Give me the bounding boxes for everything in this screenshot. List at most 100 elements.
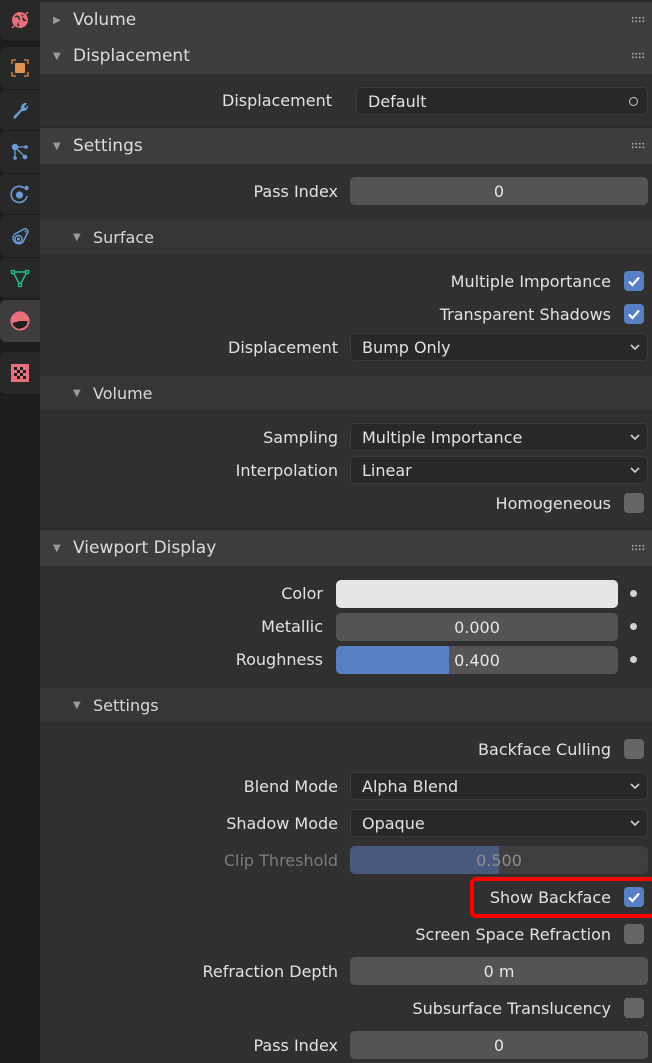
panel-title: Displacement xyxy=(73,46,190,66)
transparent-shadows-label: Transparent Shadows xyxy=(439,305,611,324)
world-icon xyxy=(11,11,29,29)
roughness-slider[interactable]: 0.400 xyxy=(336,646,618,674)
field-value: 0.400 xyxy=(454,650,500,670)
collapse-arrow-icon: ▼ xyxy=(73,387,81,399)
material-properties-editor: ▶ Volume ▼ Displacement Displacement Def… xyxy=(40,0,652,1063)
material-icon xyxy=(10,311,30,331)
constraints-icon xyxy=(12,228,29,245)
panel-title: Viewport Display xyxy=(73,538,217,558)
refraction-depth-label: Refraction Depth xyxy=(202,962,338,981)
particles-tab[interactable] xyxy=(0,131,40,173)
pass-index-field[interactable]: 0 xyxy=(350,177,648,205)
subpanel-title: Settings xyxy=(93,695,159,715)
collapse-arrow-icon: ▼ xyxy=(73,699,81,711)
volume-sampling-label: Sampling xyxy=(263,428,338,447)
checkmark-icon xyxy=(628,276,640,287)
volume-interpolation-dropdown[interactable]: Linear xyxy=(350,456,648,484)
texture-tab[interactable] xyxy=(0,352,40,394)
subpanel-title: Volume xyxy=(93,383,153,403)
panel-body-viewport-display: Color Metallic 0.000 Roughness 0.400 ▼ S… xyxy=(40,566,652,1063)
surface-displacement-label: Displacement xyxy=(228,338,338,357)
panel-header-volume[interactable]: ▶ Volume xyxy=(40,2,652,38)
material-tab[interactable] xyxy=(0,300,40,342)
dropdown-value: Alpha Blend xyxy=(362,776,459,796)
modifier-tab[interactable] xyxy=(0,90,40,130)
subpanel-header-viewport-settings[interactable]: ▼ Settings xyxy=(40,688,652,722)
keyframe-dot-icon[interactable] xyxy=(630,590,637,597)
metallic-label: Metallic xyxy=(261,617,323,636)
drag-grip-icon[interactable] xyxy=(631,142,645,149)
chevron-down-icon xyxy=(630,820,640,827)
wrench-icon xyxy=(13,102,29,119)
world-tab[interactable] xyxy=(0,0,40,40)
subsurface-translucency-checkbox[interactable] xyxy=(624,998,644,1018)
panel-header-displacement[interactable]: ▼ Displacement xyxy=(40,38,652,74)
clip-threshold-slider: 0.500 xyxy=(350,846,648,874)
subpanel-header-volume[interactable]: ▼ Volume xyxy=(40,376,652,410)
checkmark-icon xyxy=(628,892,640,903)
blend-mode-label: Blend Mode xyxy=(243,777,338,796)
screen-space-refraction-checkbox[interactable] xyxy=(624,924,644,944)
field-value: 0.500 xyxy=(476,850,522,870)
refraction-depth-field[interactable]: 0 m xyxy=(350,957,648,985)
displacement-method-dropdown[interactable]: Default xyxy=(356,87,648,115)
keyframe-dot-icon[interactable] xyxy=(630,623,637,630)
dropdown-value: Bump Only xyxy=(362,337,451,357)
physics-tab[interactable] xyxy=(0,174,40,214)
constraints-tab[interactable] xyxy=(0,215,40,257)
pass-index-label: Pass Index xyxy=(253,182,338,201)
radio-dot-icon xyxy=(629,97,638,106)
color-label: Color xyxy=(281,584,323,603)
shadow-mode-label: Shadow Mode xyxy=(226,814,338,833)
data-tab[interactable] xyxy=(0,258,40,298)
homogeneous-checkbox[interactable] xyxy=(624,493,644,513)
volume-interpolation-label: Interpolation xyxy=(235,461,338,480)
clip-threshold-label: Clip Threshold xyxy=(223,851,338,870)
physics-icon xyxy=(10,185,29,204)
metallic-slider[interactable]: 0.000 xyxy=(336,613,618,641)
homogeneous-label: Homogeneous xyxy=(495,494,611,513)
viewport-pass-index-field[interactable]: 0 xyxy=(350,1031,648,1059)
roughness-label: Roughness xyxy=(235,650,323,669)
panel-title: Settings xyxy=(73,136,143,156)
subsurface-translucency-label: Subsurface Translucency xyxy=(412,999,611,1018)
dropdown-value: Default xyxy=(368,91,427,111)
panel-body-settings: Pass Index 0 ▼ Surface Multiple Importan… xyxy=(40,164,652,528)
volume-sampling-dropdown[interactable]: Multiple Importance xyxy=(350,423,648,451)
collapse-arrow-icon: ▼ xyxy=(53,50,61,62)
collapse-arrow-icon: ▼ xyxy=(53,542,61,554)
texture-icon xyxy=(11,364,29,382)
slider-fill xyxy=(336,646,449,674)
viewport-color-swatch[interactable] xyxy=(336,580,618,608)
chevron-down-icon xyxy=(630,344,640,351)
subpanel-title: Surface xyxy=(93,227,154,247)
show-backface-label: Show Backface xyxy=(489,888,611,907)
field-value: 0.000 xyxy=(454,617,500,637)
backface-culling-label: Backface Culling xyxy=(478,740,611,759)
object-tab[interactable] xyxy=(0,47,40,89)
panel-header-settings[interactable]: ▼ Settings xyxy=(40,128,652,164)
keyframe-dot-icon[interactable] xyxy=(630,656,637,663)
field-value: 0 xyxy=(493,1035,505,1055)
show-backface-checkbox[interactable] xyxy=(624,887,644,907)
drag-grip-icon[interactable] xyxy=(631,544,645,551)
transparent-shadows-checkbox[interactable] xyxy=(624,304,644,324)
properties-tab-bar xyxy=(0,0,40,1063)
dropdown-value: Linear xyxy=(362,460,412,480)
drag-grip-icon[interactable] xyxy=(631,52,645,59)
panel-header-viewport-display[interactable]: ▼ Viewport Display xyxy=(40,530,652,566)
dropdown-value: Multiple Importance xyxy=(362,427,523,447)
multiple-importance-checkbox[interactable] xyxy=(624,271,644,291)
displacement-method-label: Displacement xyxy=(222,91,332,110)
dropdown-value: Opaque xyxy=(362,813,425,833)
shadow-mode-dropdown[interactable]: Opaque xyxy=(350,809,648,837)
blend-mode-dropdown[interactable]: Alpha Blend xyxy=(350,772,648,800)
chevron-down-icon xyxy=(630,783,640,790)
field-value: 0 xyxy=(493,181,505,201)
backface-culling-checkbox[interactable] xyxy=(624,739,644,759)
subpanel-header-surface[interactable]: ▼ Surface xyxy=(40,220,652,254)
mesh-data-icon xyxy=(10,269,30,288)
viewport-pass-index-label: Pass Index xyxy=(253,1036,338,1055)
surface-displacement-dropdown[interactable]: Bump Only xyxy=(350,333,648,361)
drag-grip-icon[interactable] xyxy=(631,16,645,23)
